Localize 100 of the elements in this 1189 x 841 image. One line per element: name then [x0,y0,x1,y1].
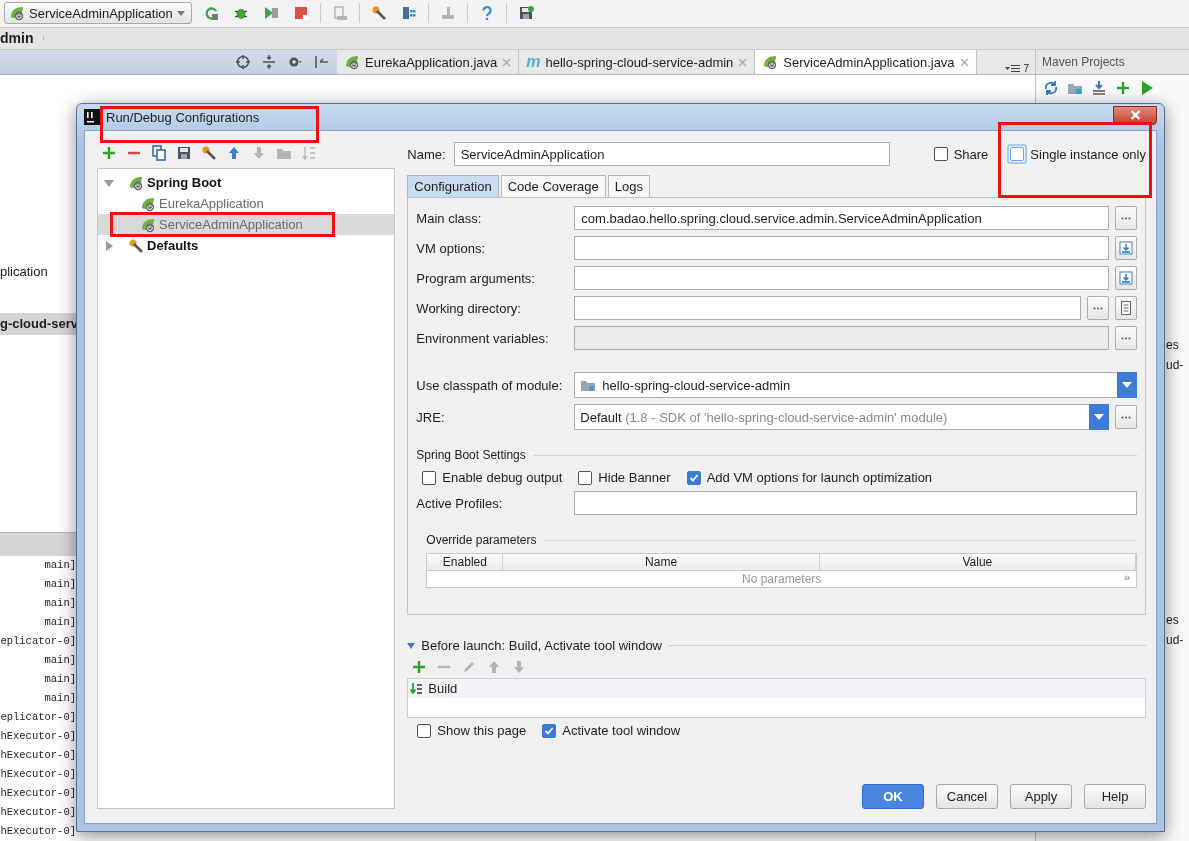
checkbox[interactable] [417,723,432,738]
field-label: Program arguments: [416,270,536,286]
close-icon[interactable] [959,57,969,67]
tree-item-label[interactable]: ServiceAdminApplication [159,217,303,232]
more-icon [1121,336,1131,340]
document-icon [1121,301,1131,315]
run-configuration-dropdown[interactable]: ServiceAdminApplication [4,2,192,25]
checkbox[interactable] [542,723,557,738]
field-label: Main class: [416,210,483,226]
task-label: Build [428,681,458,696]
field-label: JRE: [416,409,446,425]
macros-button[interactable] [1115,296,1137,320]
field-label: Working directory: [416,300,522,316]
browse-button[interactable] [1115,326,1137,350]
empty-message: No parameters [742,572,822,586]
play-icon [1139,79,1155,96]
section-title: Before launch: Build, Activate tool window [421,638,662,653]
expanded-arrow-icon[interactable] [407,641,416,650]
field-label: Use classpath of module: [416,377,564,393]
close-button[interactable] [1113,105,1157,125]
leaf-icon [9,5,25,22]
dialog-button[interactable]: Apply [1010,784,1072,809]
name-field[interactable]: ServiceAdminApplication [453,142,890,166]
close-icon[interactable] [502,57,512,67]
download-icon [1091,79,1107,96]
expanded-arrow-icon[interactable] [104,177,114,188]
console-line: hExecutor-0] [0,729,76,744]
checkbox[interactable] [686,470,701,485]
dialog-title: Run/Debug Configurations [106,109,260,125]
column-header[interactable]: Value [819,554,1136,570]
expand-button[interactable] [1115,266,1137,290]
tree-item-label[interactable]: Defaults [147,238,199,253]
dropdown[interactable]: hello-spring-cloud-service-admin [574,372,1137,398]
maven-icon: m [526,53,541,71]
checkbox-label: Hide Banner [598,470,671,485]
field-label: Name: [407,146,446,162]
text-field[interactable] [574,266,1109,290]
field-label: Active Profiles: [416,495,504,511]
more-indicator: » [1123,571,1130,583]
console-line: eplicator-0] [0,710,76,725]
tree-item-label[interactable]: Spring Boot [147,175,222,190]
console-line: main] [44,691,76,706]
column-header[interactable]: Enabled [427,554,504,570]
section-title: Spring Boot Settings [416,448,526,462]
leaf-icon [140,216,156,233]
checkbox-label: Enable debug output [442,470,563,485]
text-field[interactable] [574,326,1109,350]
leaf-icon [140,195,156,212]
editor-tab[interactable]: ServiceAdminApplication.java [755,50,977,74]
browse-button[interactable] [1115,206,1137,230]
tab[interactable]: Configuration [407,175,499,197]
build-icon [410,681,425,696]
console-line: main] [44,653,76,668]
dialog-button[interactable]: Cancel [936,784,998,809]
checkbox-label: Share [953,146,989,162]
checkbox-label: Single instance only [1030,146,1146,162]
console-line: main] [44,577,76,592]
hide-icon [313,54,329,70]
tab-overflow-button[interactable]: 7 [999,63,1035,74]
checkbox[interactable] [578,470,593,485]
dropdown[interactable]: Default (1.8 - SDK of 'hello-spring-cloud-service-admin' module) [574,404,1109,430]
dialog-button[interactable]: Help [1084,784,1146,809]
field-label: VM options: [416,240,486,256]
browse-button[interactable] [1087,296,1109,320]
console-line: hExecutor-0] [0,805,76,820]
checkbox[interactable] [422,470,437,485]
tab[interactable]: Code Coverage [500,175,606,197]
section-title: Override parameters [426,533,537,547]
list-icon [1005,64,1022,73]
console-line: hExecutor-0] [0,786,76,801]
close-icon [1129,110,1141,120]
dialog-button[interactable]: OK [862,784,924,809]
leaf-icon [128,174,144,191]
dropdown-arrow-icon [1122,382,1132,388]
dropdown-value: hello-spring-cloud-service-admin [602,377,792,393]
console-line: eplicator-0] [0,634,76,649]
more-icon [1093,306,1103,310]
expand-button[interactable] [1115,236,1137,260]
column-header[interactable]: Name [503,554,820,570]
task-item[interactable]: Build [408,679,1145,698]
browse-button[interactable] [1115,405,1137,429]
checkbox[interactable] [933,147,948,161]
console-line: main] [44,596,76,611]
close-icon[interactable] [738,57,748,67]
console-line: main] [44,615,76,630]
collapsed-arrow-icon[interactable] [104,240,114,251]
plus-icon [1115,79,1131,96]
console-line: hExecutor-0] [0,824,76,839]
tab[interactable]: Logs [607,175,650,197]
text-field[interactable]: com.badao.hello.spring.cloud.service.admin.ServiceAdminApplication [574,206,1109,230]
leaf-icon [344,54,360,70]
text-field[interactable] [574,491,1137,515]
dropdown-arrow-icon [1094,414,1104,420]
text-field[interactable] [574,296,1081,320]
text-field[interactable] [574,236,1109,260]
expand-icon [1119,271,1133,285]
wrench-icon [128,237,144,254]
tree-item-label[interactable]: EurekaApplication [159,196,264,211]
more-icon [1121,216,1131,220]
console-line: hExecutor-0] [0,767,76,782]
